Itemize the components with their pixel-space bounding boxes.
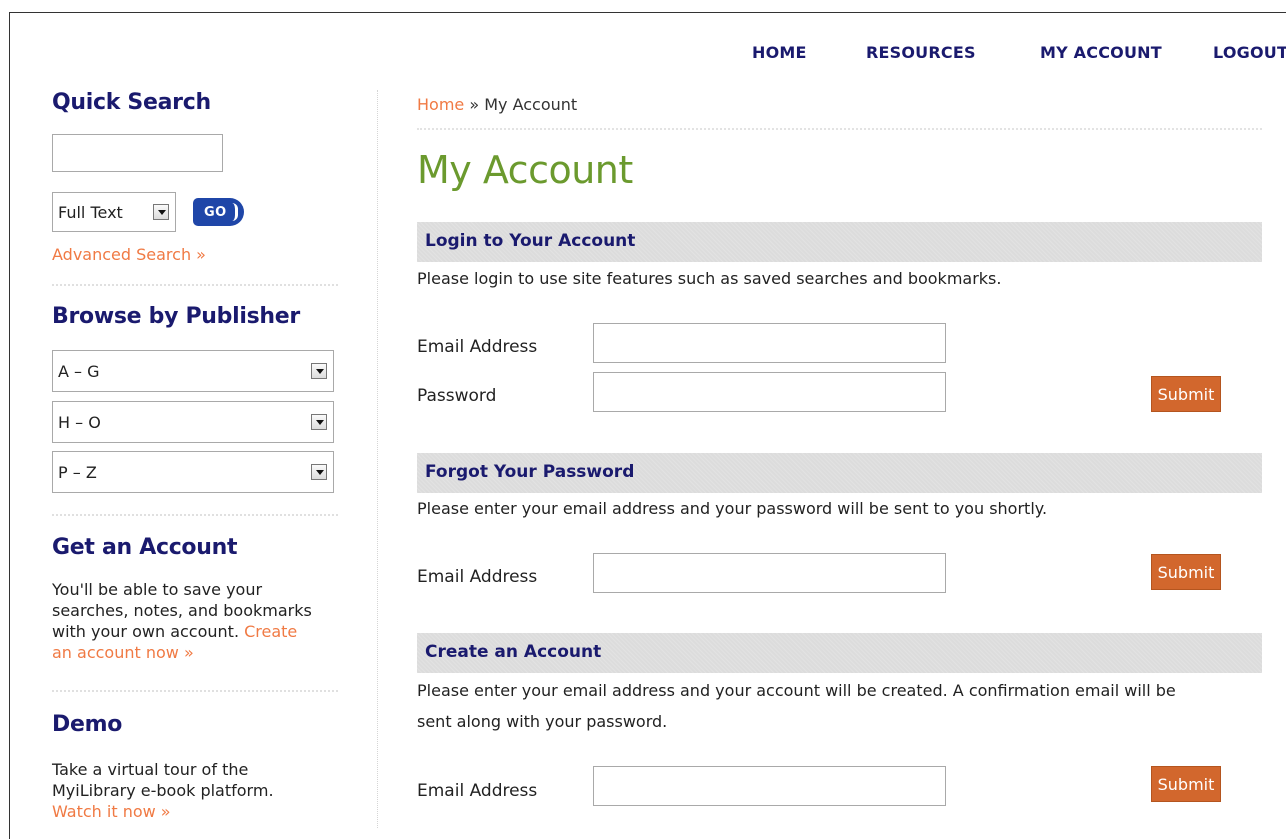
login-description: Please login to use site features such a… xyxy=(417,269,1002,288)
forgot-email-field[interactable] xyxy=(593,553,946,593)
chevron-down-icon[interactable] xyxy=(311,363,327,379)
breadcrumb-separator: » xyxy=(464,95,485,114)
login-password-field[interactable] xyxy=(593,372,946,412)
login-section-title: Login to Your Account xyxy=(425,231,636,251)
create-description-line2: sent along with your password. xyxy=(417,712,668,731)
breadcrumb: Home » My Account xyxy=(417,95,577,114)
login-email-field[interactable] xyxy=(593,323,946,363)
nav-logout-link[interactable]: LOGOUT xyxy=(1213,43,1286,62)
publisher-select-value: P – Z xyxy=(58,462,97,482)
get-account-line-text: with your own account. xyxy=(52,622,245,641)
go-button[interactable]: GO xyxy=(193,198,244,226)
create-email-label: Email Address xyxy=(417,781,538,801)
demo-line: MyiLibrary e-book platform. xyxy=(52,781,274,800)
demo-line: Watch it now » xyxy=(52,801,274,822)
publisher-select-value: H – O xyxy=(58,412,101,432)
create-submit-button[interactable]: Submit xyxy=(1151,766,1221,802)
get-account-line: with your own account. Create xyxy=(52,621,312,642)
page-title: My Account xyxy=(417,148,633,192)
forgot-description: Please enter your email address and your… xyxy=(417,499,1048,518)
browse-publisher-heading: Browse by Publisher xyxy=(52,304,300,329)
sidebar-divider xyxy=(52,284,338,286)
demo-text: Take a virtual tour of the MyiLibrary e-… xyxy=(52,759,274,822)
breadcrumb-divider xyxy=(417,128,1262,130)
get-account-line: You'll be able to save your xyxy=(52,580,263,599)
quick-search-heading: Quick Search xyxy=(52,90,211,115)
breadcrumb-home-link[interactable]: Home xyxy=(417,95,464,114)
search-scope-value: Full Text xyxy=(58,202,123,222)
create-account-link[interactable]: Create xyxy=(244,622,297,641)
watch-demo-link[interactable]: Watch it now » xyxy=(52,802,171,821)
create-section-title: Create an Account xyxy=(425,642,602,662)
publisher-select-p-z[interactable]: P – Z xyxy=(52,451,334,493)
get-account-line: an account now » xyxy=(52,642,312,663)
create-account-link-cont[interactable]: an account now » xyxy=(52,643,194,662)
search-scope-select[interactable]: Full Text xyxy=(52,192,176,232)
forgot-section-header: Forgot Your Password xyxy=(417,453,1262,493)
create-email-field[interactable] xyxy=(593,766,946,806)
arrow-right-icon xyxy=(232,203,238,221)
demo-line: Take a virtual tour of the xyxy=(52,760,249,779)
publisher-select-h-o[interactable]: H – O xyxy=(52,401,334,443)
chevron-down-icon[interactable] xyxy=(311,414,327,430)
top-navigation: HOME RESOURCES MY ACCOUNT LOGOUT xyxy=(0,43,1286,67)
login-email-label: Email Address xyxy=(417,337,538,357)
demo-heading: Demo xyxy=(52,712,123,737)
get-account-text: You'll be able to save your searches, no… xyxy=(52,579,312,663)
chevron-down-icon[interactable] xyxy=(311,464,327,480)
publisher-select-value: A – G xyxy=(58,361,100,381)
create-section-header: Create an Account xyxy=(417,633,1262,673)
get-account-heading: Get an Account xyxy=(52,535,238,560)
nav-my-account-link[interactable]: MY ACCOUNT xyxy=(1040,43,1162,62)
login-password-label: Password xyxy=(417,386,497,406)
sidebar-divider xyxy=(52,514,338,516)
breadcrumb-current: My Account xyxy=(484,95,578,114)
quick-search-input[interactable] xyxy=(52,134,223,172)
chevron-down-icon[interactable] xyxy=(153,204,169,220)
nav-resources-link[interactable]: RESOURCES xyxy=(866,43,976,62)
sidebar-divider xyxy=(52,690,338,692)
go-label: GO xyxy=(204,204,227,220)
nav-home-link[interactable]: HOME xyxy=(752,43,807,62)
forgot-submit-button[interactable]: Submit xyxy=(1151,554,1221,590)
advanced-search-link[interactable]: Advanced Search » xyxy=(52,245,206,264)
login-section-header: Login to Your Account xyxy=(417,222,1262,262)
forgot-email-label: Email Address xyxy=(417,567,538,587)
forgot-section-title: Forgot Your Password xyxy=(425,462,635,482)
login-submit-button[interactable]: Submit xyxy=(1151,376,1221,412)
column-divider xyxy=(377,90,378,828)
create-description-line1: Please enter your email address and your… xyxy=(417,681,1176,700)
get-account-line: searches, notes, and bookmarks xyxy=(52,601,312,620)
publisher-select-a-g[interactable]: A – G xyxy=(52,350,334,392)
